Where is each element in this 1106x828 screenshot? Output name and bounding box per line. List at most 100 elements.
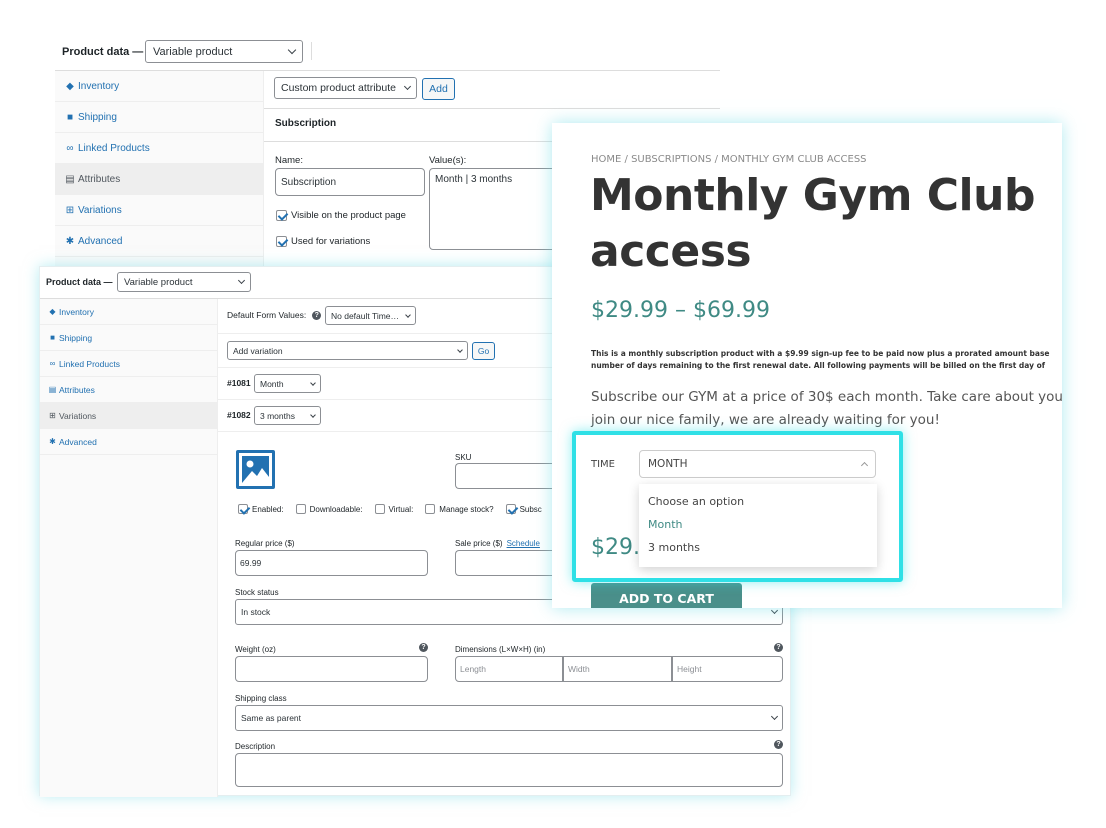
- tab-shipping[interactable]: ■ Shipping: [40, 325, 217, 351]
- attribute-values-textarea[interactable]: Month | 3 months: [429, 168, 559, 250]
- variation-time-select[interactable]: Month: [254, 374, 321, 393]
- subscription-checkbox[interactable]: [505, 504, 516, 514]
- chevron-down-icon: [403, 82, 412, 91]
- link-icon: ∞: [49, 359, 56, 368]
- product-type-value: Variable product: [124, 276, 193, 288]
- product-description: Subscribe our GYM at a price of 30$ each…: [591, 389, 1062, 405]
- breadcrumb[interactable]: HOME / SUBSCRIPTIONS / MONTHLY GYM CLUB …: [591, 154, 867, 165]
- schedule-link[interactable]: Schedule: [507, 539, 540, 548]
- product-data-tabs: ◆ Inventory ■ Shipping ∞ Linked Products ▤ A…: [40, 299, 218, 797]
- height-input[interactable]: Height: [672, 656, 783, 682]
- add-variation-select[interactable]: Add variation: [227, 341, 468, 360]
- add-attribute-button[interactable]: Add: [422, 78, 455, 100]
- variation-time-value: Month: [260, 378, 284, 389]
- variation-id: #1082: [227, 410, 251, 420]
- help-icon[interactable]: ?: [312, 310, 322, 320]
- virtual-checkbox[interactable]: [374, 504, 385, 514]
- product-type-select[interactable]: Variable product: [145, 40, 303, 63]
- grid-icon: ⊞: [65, 204, 75, 216]
- dropdown-option[interactable]: Choose an option: [639, 490, 877, 513]
- time-select[interactable]: MONTH: [639, 450, 876, 478]
- variation-time-select[interactable]: 3 months: [254, 406, 321, 425]
- list-icon: ▤: [48, 385, 57, 394]
- image-placeholder-icon[interactable]: [236, 450, 275, 489]
- divider: [311, 42, 312, 60]
- tab-advanced[interactable]: ✱ Advanced: [55, 226, 263, 257]
- variation-id: #1081: [227, 378, 251, 388]
- used-for-variations-checkbox[interactable]: [276, 236, 287, 247]
- shipping-class-value: Same as parent: [241, 713, 302, 723]
- product-data-tabs: ◆ Inventory ■ Shipping ∞ Linked Products ▤ A…: [55, 71, 264, 272]
- width-input[interactable]: Width: [563, 656, 672, 682]
- tab-linked-products[interactable]: ∞ Linked Products: [40, 351, 217, 377]
- tab-linked-products[interactable]: ∞ Linked Products: [55, 133, 263, 164]
- product-type-select[interactable]: Variable product: [117, 272, 251, 292]
- enabled-checkbox[interactable]: [238, 504, 248, 514]
- tab-label: Inventory: [78, 80, 120, 92]
- stock-status-label: Stock status: [235, 588, 279, 597]
- used-for-variations-row[interactable]: Used for variations: [276, 236, 370, 247]
- time-select-value: MONTH: [648, 458, 688, 470]
- chevron-down-icon: [310, 379, 316, 386]
- tab-label: Linked Products: [78, 142, 150, 154]
- variation-options-row: Enabled: Downloadable: Virtual: Manage s…: [238, 504, 542, 514]
- visible-checkbox[interactable]: [276, 210, 287, 221]
- time-dropdown-menu: Choose an option Month 3 months: [639, 484, 877, 567]
- tab-advanced[interactable]: ✱ Advanced: [40, 429, 217, 455]
- tab-inventory[interactable]: ◆ Inventory: [40, 299, 217, 325]
- tab-shipping[interactable]: ■ Shipping: [55, 102, 263, 133]
- stock-status-value: In stock: [241, 607, 271, 617]
- tab-label: Advanced: [78, 235, 123, 247]
- dimensions-label: Dimensions (L×W×H) (in): [455, 645, 546, 654]
- values-label: Value(s):: [429, 155, 467, 166]
- description-textarea[interactable]: [235, 753, 783, 787]
- help-icon[interactable]: ?: [419, 643, 428, 652]
- link-icon: ∞: [66, 142, 74, 154]
- divider: [264, 108, 720, 109]
- gear-icon: ✱: [49, 437, 56, 446]
- shipping-class-label: Shipping class: [235, 694, 287, 703]
- default-form-label: Default Form Values:: [227, 310, 307, 320]
- default-form-values: Default Form Values: ?: [227, 310, 322, 320]
- regular-price-input[interactable]: 69.99: [235, 550, 428, 576]
- tab-attributes[interactable]: ▤ Attributes: [55, 164, 263, 195]
- product-description-line2: join our nice family, we are already wai…: [591, 412, 940, 428]
- page-title-line2: access: [590, 226, 752, 277]
- list-icon: ▤: [65, 173, 75, 185]
- tab-label: Shipping: [78, 111, 117, 123]
- go-button[interactable]: Go: [472, 342, 495, 360]
- truck-icon: ■: [50, 333, 55, 342]
- downloadable-checkbox[interactable]: [295, 504, 306, 514]
- shipping-class-select[interactable]: Same as parent: [235, 705, 783, 731]
- product-page-preview: HOME / SUBSCRIPTIONS / MONTHLY GYM CLUB …: [552, 123, 1062, 608]
- tab-label: Attributes: [59, 384, 95, 395]
- manage-stock-checkbox[interactable]: [425, 504, 436, 514]
- visible-checkbox-row[interactable]: Visible on the product page: [276, 210, 406, 221]
- page-title: Monthly Gym Club: [590, 170, 1035, 221]
- dropdown-option-selected[interactable]: Month: [639, 513, 877, 536]
- add-to-cart-button[interactable]: ADD TO CART: [591, 583, 742, 608]
- tab-label: Variations: [78, 204, 122, 216]
- help-icon[interactable]: ?: [774, 643, 783, 652]
- help-icon[interactable]: ?: [774, 740, 783, 749]
- tab-label: Attributes: [78, 173, 121, 185]
- tab-variations[interactable]: ⊞ Variations: [40, 403, 217, 429]
- sale-price-input[interactable]: [455, 550, 555, 576]
- sku-input[interactable]: [455, 463, 555, 489]
- name-label: Name:: [275, 155, 303, 166]
- subscription-note: This is a monthly subscription product w…: [591, 349, 1050, 358]
- default-time-value: No default Time…: [331, 310, 400, 321]
- length-input[interactable]: Length: [455, 656, 563, 682]
- add-variation-value: Add variation: [233, 345, 283, 356]
- weight-input[interactable]: [235, 656, 428, 682]
- tab-inventory[interactable]: ◆ Inventory: [55, 71, 263, 102]
- dropdown-option[interactable]: 3 months: [639, 536, 877, 559]
- attribute-name-input[interactable]: Subscription: [275, 168, 425, 196]
- default-time-select[interactable]: No default Time…: [325, 306, 416, 325]
- tab-attributes[interactable]: ▤ Attributes: [40, 377, 217, 403]
- product-data-title: Product data —: [46, 277, 113, 287]
- visible-label: Visible on the product page: [291, 210, 406, 221]
- tab-variations[interactable]: ⊞ Variations: [55, 195, 263, 226]
- attribute-select[interactable]: Custom product attribute: [274, 77, 417, 99]
- time-label: TIME: [591, 459, 616, 470]
